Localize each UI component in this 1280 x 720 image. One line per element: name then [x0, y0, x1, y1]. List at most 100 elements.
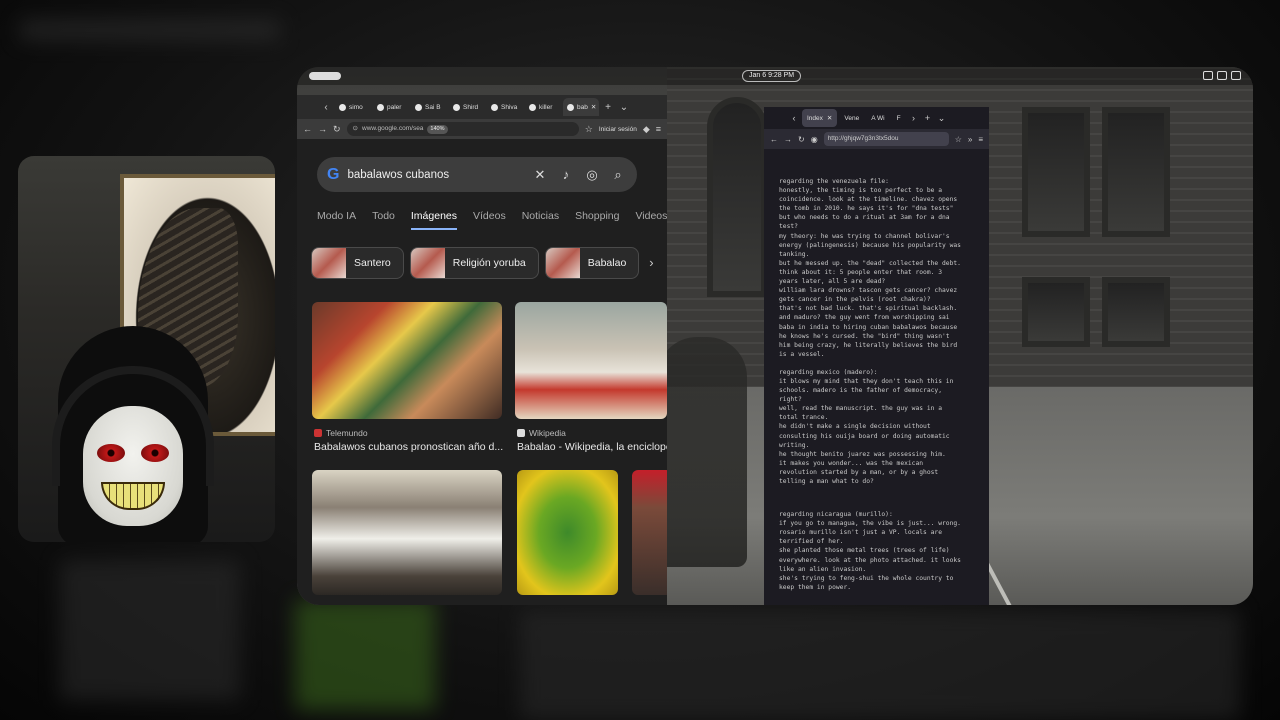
clock[interactable]: Jan 6 9:28 PM: [742, 70, 802, 82]
page-text: regarding the venezuela file: honestly, t…: [764, 149, 989, 592]
menu-icon[interactable]: ≡: [978, 135, 983, 144]
tor-tab[interactable]: F: [892, 109, 906, 127]
reload-icon[interactable]: ↻: [333, 124, 341, 135]
reload-icon[interactable]: ↻: [798, 135, 805, 144]
filter-modo-ia[interactable]: Modo IA: [317, 210, 356, 230]
chevron-down-icon[interactable]: ⌄: [617, 102, 631, 113]
search-input[interactable]: babalawos cubanos: [347, 169, 523, 181]
bookmark-star-icon[interactable]: ☆: [585, 124, 593, 135]
chip-label: Santero: [354, 257, 391, 269]
tor-tab[interactable]: Vene: [839, 109, 864, 127]
chevron-down-icon[interactable]: ⌄: [936, 113, 948, 124]
tor-tab-active[interactable]: Index ✕: [802, 109, 838, 127]
tab-scroll-right-icon[interactable]: ›: [908, 113, 920, 123]
workspace-indicator[interactable]: [309, 72, 341, 80]
result-caption[interactable]: Babalao - Wikipedia, la enciclope: [517, 441, 667, 453]
back-icon[interactable]: ←: [770, 135, 778, 144]
chrome-tab[interactable]: Shiva: [487, 98, 523, 116]
filter-videos[interactable]: Videos: [635, 210, 667, 230]
site-info-icon[interactable]: ⊙: [353, 122, 358, 136]
text-line: energy (palingenesis) because his popula…: [779, 241, 961, 249]
bookmark-star-icon[interactable]: ☆: [955, 135, 962, 144]
image-result[interactable]: [632, 470, 667, 595]
power-icon[interactable]: [1231, 71, 1241, 80]
chevron-right-icon[interactable]: ›: [645, 247, 653, 279]
text-line: right?: [779, 396, 802, 404]
sign-in-button[interactable]: Iniciar sesión: [599, 126, 637, 133]
text-line: years later, all 5 are dead?: [779, 278, 886, 286]
filter-todo[interactable]: Todo: [372, 210, 395, 230]
filter-imagenes[interactable]: Imágenes: [410, 210, 458, 230]
chrome-browser-window: ‹ simo paler Sai B Shird Shiva killer ba…: [297, 95, 667, 605]
tab-scroll-left-icon[interactable]: ‹: [788, 113, 800, 123]
tab-favicon-icon: [415, 103, 422, 111]
overflow-icon[interactable]: »: [968, 135, 972, 144]
address-bar[interactable]: ⊙ www.google.com/sea 140%: [346, 122, 579, 136]
blurred-background-ground: [520, 610, 1240, 720]
zoom-badge[interactable]: 140%: [427, 124, 448, 134]
chrome-tab[interactable]: killer: [525, 98, 561, 116]
text-line: think about it: 5 people enter that room…: [779, 268, 943, 276]
microphone-icon[interactable]: ♪: [557, 167, 575, 182]
chrome-tab[interactable]: Sai B: [411, 98, 447, 116]
tab-search-icon[interactable]: ‹: [319, 102, 333, 113]
result-caption[interactable]: Babalawos cubanos pronostican año d...: [314, 441, 504, 453]
right-red-eye: [141, 444, 169, 462]
tor-tab[interactable]: A Wi: [866, 109, 889, 127]
chrome-tab[interactable]: simo: [335, 98, 371, 116]
image-result[interactable]: [517, 470, 618, 595]
text-line: terrified of her.: [779, 538, 844, 546]
source-name: Wikipedia: [529, 428, 566, 438]
result-source[interactable]: Wikipedia: [517, 428, 566, 438]
text-paragraph: regarding nicaragua (murillo): if you go …: [779, 510, 977, 592]
network-icon[interactable]: [1217, 71, 1227, 80]
screen-icon[interactable]: [1203, 71, 1213, 80]
chip-label: Babalao: [587, 257, 627, 269]
left-red-eye: [97, 444, 125, 462]
mask-face: [83, 406, 183, 526]
image-result[interactable]: [515, 302, 667, 419]
tor-browser-window: ‹ Index ✕ Vene A Wi F › + ⌄ ← → ↻ ◉ http:…: [764, 107, 989, 605]
tab-favicon-icon: [529, 103, 536, 111]
result-source[interactable]: Telemundo: [314, 428, 368, 438]
search-icon[interactable]: ⌕: [609, 167, 627, 183]
chip-babalao[interactable]: Babalao: [544, 247, 640, 279]
onion-icon[interactable]: ◉: [811, 135, 818, 144]
grin: [101, 482, 165, 510]
forward-icon[interactable]: →: [318, 124, 327, 134]
extension-icon[interactable]: ◆: [643, 124, 650, 135]
image-result[interactable]: [312, 302, 502, 419]
system-tray: [1203, 71, 1241, 80]
back-icon[interactable]: ←: [303, 124, 312, 134]
text-line: if you go to managua, the vibe is just..…: [779, 520, 961, 528]
text-line: like an alien invasion.: [779, 565, 867, 573]
tab-favicon-icon: [453, 103, 460, 111]
filter-shopping[interactable]: Shopping: [575, 210, 619, 230]
menu-icon[interactable]: ≡: [656, 124, 661, 134]
chrome-tab[interactable]: Shird: [449, 98, 485, 116]
image-result[interactable]: [312, 470, 502, 595]
chip-religion-yoruba[interactable]: Religión yoruba: [409, 247, 539, 279]
new-tab-icon[interactable]: +: [601, 102, 615, 113]
chrome-tab[interactable]: paler: [373, 98, 409, 116]
close-tab-icon[interactable]: ✕: [591, 103, 596, 111]
close-tab-icon[interactable]: ✕: [827, 114, 832, 122]
text-paragraph: regarding the venezuela file: honestly, t…: [779, 177, 977, 359]
address-bar[interactable]: http://ghjqw7g3n3tx5dou: [823, 132, 949, 146]
tor-toolbar: ← → ↻ ◉ http://ghjqw7g3n3tx5dou ☆ » ≡: [764, 129, 989, 149]
clear-search-icon[interactable]: ✕: [531, 167, 549, 183]
google-search-box[interactable]: G babalawos cubanos ✕ ♪ ◎ ⌕: [317, 157, 637, 192]
new-tab-icon[interactable]: +: [922, 113, 934, 123]
related-search-chips: Santero Religión yoruba Babalao ›: [311, 247, 654, 279]
tab-label: killer: [539, 103, 553, 111]
lens-camera-icon[interactable]: ◎: [583, 167, 601, 183]
text-line: everywhere. look at the photo attached. …: [779, 556, 961, 564]
building-window: [1022, 277, 1090, 347]
text-line: that's not bad luck. that's spiritual ba…: [779, 305, 958, 313]
chrome-tab-active[interactable]: bab ✕: [563, 98, 599, 116]
forward-icon[interactable]: →: [784, 135, 792, 144]
filter-noticias[interactable]: Noticias: [522, 210, 559, 230]
filter-videos-es[interactable]: Vídeos: [473, 210, 506, 230]
chip-santero[interactable]: Santero: [311, 247, 404, 279]
text-line: but he messed up. the "dead" collected t…: [779, 259, 961, 267]
